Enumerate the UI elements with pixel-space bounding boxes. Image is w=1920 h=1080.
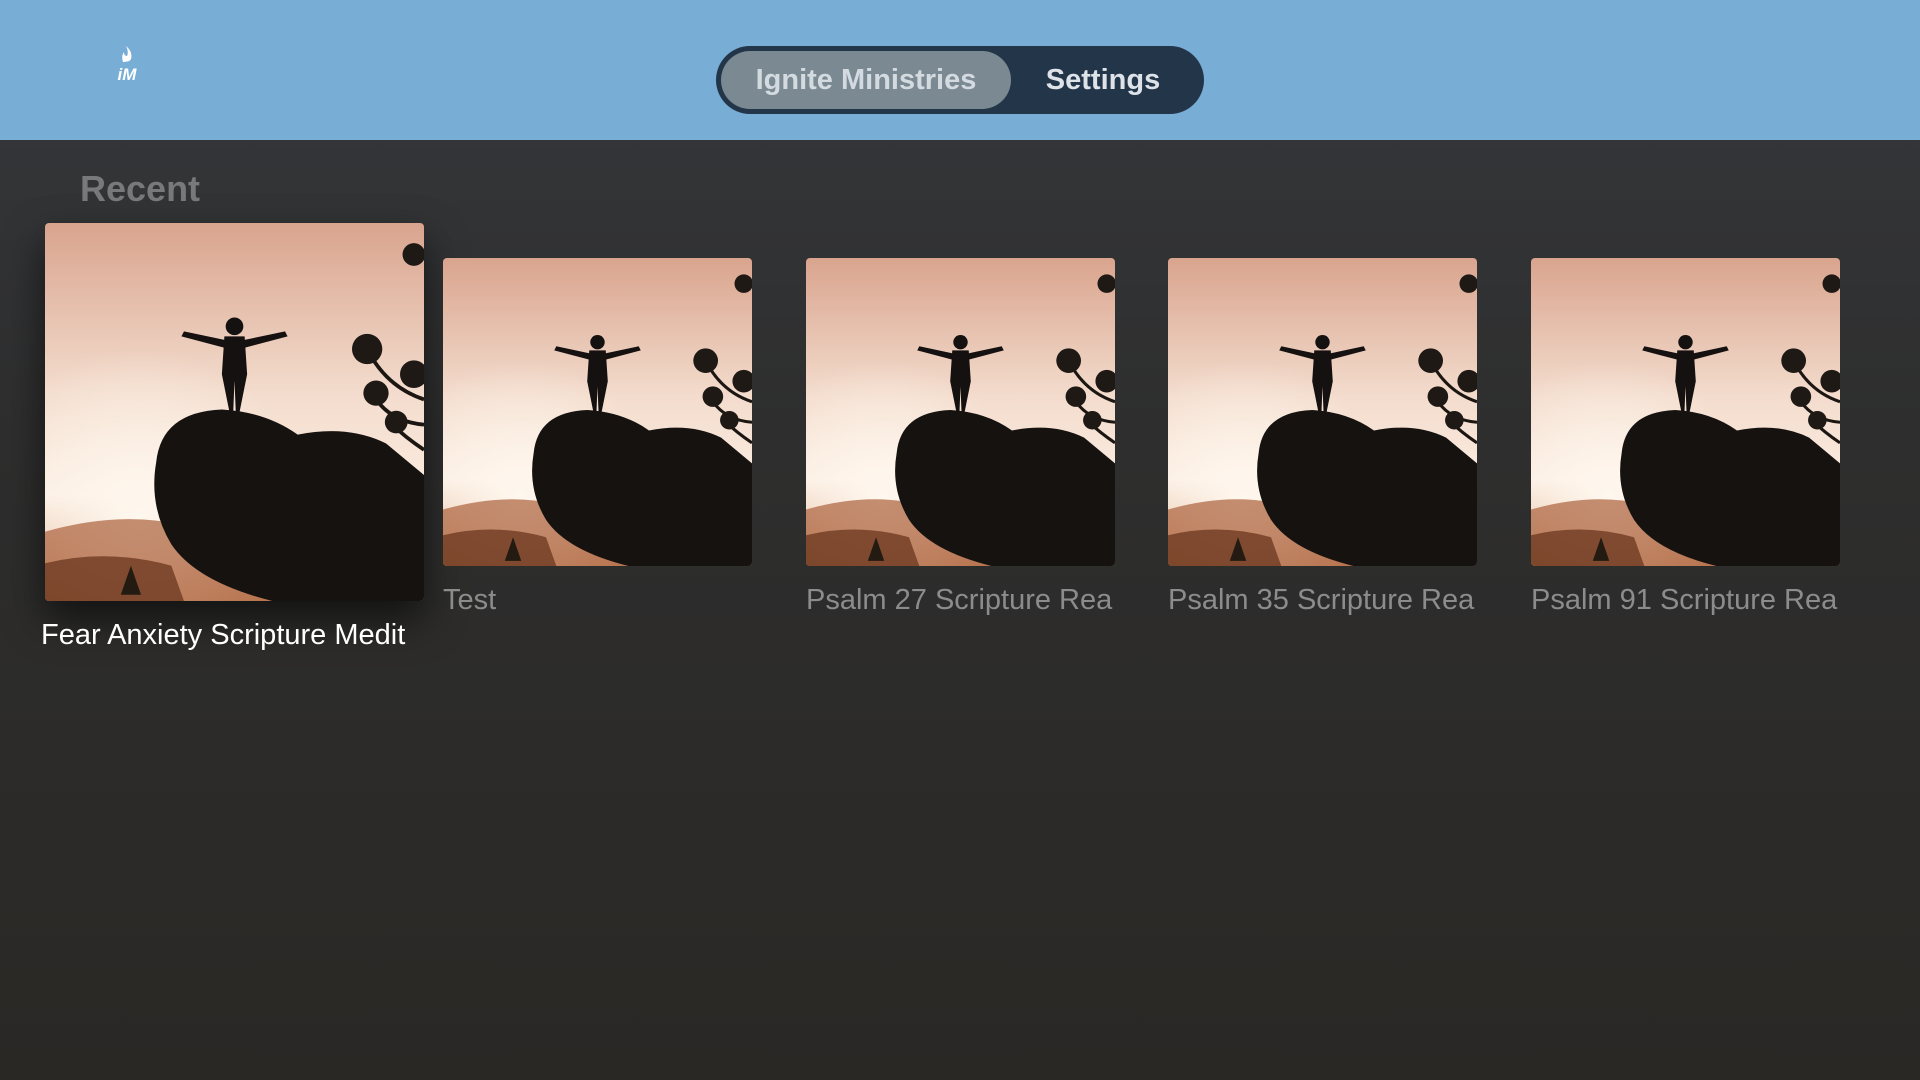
recent-item[interactable]: Psalm 27 Scripture Rea	[806, 258, 1115, 616]
top-tab-bar: Ignite Ministries Settings	[716, 46, 1204, 114]
top-bar: iM Ignite Ministries Settings	[0, 0, 1920, 140]
recent-item[interactable]: Test	[443, 258, 752, 616]
logo-text: iM	[117, 65, 137, 84]
item-thumbnail	[1531, 258, 1840, 566]
item-title: Test	[443, 584, 497, 616]
item-thumbnail	[806, 258, 1115, 566]
tab-settings[interactable]: Settings	[1015, 51, 1191, 109]
item-title: Psalm 35 Scripture Rea	[1168, 584, 1475, 616]
item-thumbnail	[1168, 258, 1477, 566]
item-title: Psalm 91 Scripture Rea	[1531, 584, 1838, 616]
section-title-recent: Recent	[80, 168, 201, 209]
recent-item[interactable]: Fear Anxiety Scripture Medit	[41, 223, 424, 651]
item-thumbnail	[443, 258, 752, 566]
item-title: Fear Anxiety Scripture Medit	[41, 619, 406, 651]
ignite-ministries-logo: iM	[111, 44, 143, 84]
item-title: Psalm 27 Scripture Rea	[806, 584, 1113, 616]
recent-item[interactable]: Psalm 91 Scripture Rea	[1531, 258, 1840, 616]
tab-ignite-ministries[interactable]: Ignite Ministries	[721, 51, 1011, 109]
item-thumbnail	[45, 223, 424, 601]
recent-item[interactable]: Psalm 35 Scripture Rea	[1168, 258, 1477, 616]
